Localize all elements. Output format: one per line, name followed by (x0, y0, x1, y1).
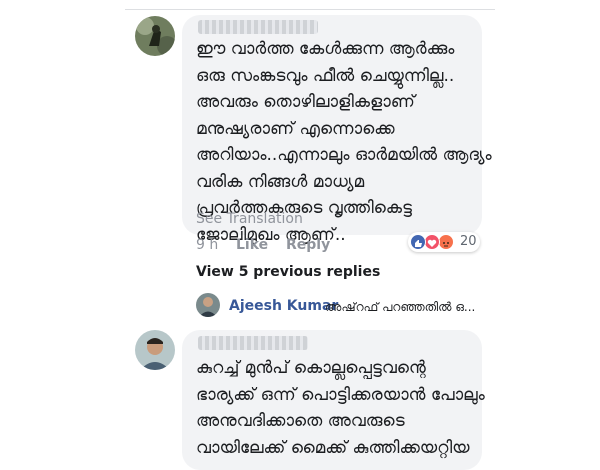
divider (125, 9, 495, 10)
commenter-name-redacted (198, 336, 308, 350)
see-translation-link[interactable]: See Translation (196, 211, 303, 227)
reply-avatar[interactable] (196, 293, 220, 317)
comment-line: കുറച്ച് മുൻപ് കൊല്ലപ്പെട്ടവന്റെ (196, 358, 426, 378)
reply-button[interactable]: Reply (286, 237, 330, 253)
like-icon (410, 234, 426, 250)
reaction-count: 20 (460, 234, 477, 249)
comment-line: ഒരു സംങ്കടവും ഫീൽ ചെയ്യുന്നില്ല.. (196, 65, 455, 86)
angry-icon (438, 234, 454, 250)
comment-line: വായിലേക്ക് മൈക്ക് കുത്തിക്കയറ്റിയ (196, 437, 470, 458)
comment-line: മനുഷ്യരാണ് എന്നൊക്കെ (196, 118, 395, 139)
reply-author-link[interactable]: Ajeesh Kumar (229, 298, 338, 314)
comment-text: കുറച്ച് മുൻപ് കൊല്ലപ്പെട്ടവന്റെ ഭാര്യക്ക… (196, 355, 485, 461)
comment-line: ഭാര്യക്ക് ഒന്ന് പൊട്ടിക്കരയാൻ പോലും (196, 384, 485, 405)
comment-timestamp[interactable]: 9 h (196, 237, 218, 253)
comment-line: അനുവദിക്കാതെ അവരുടെ (196, 411, 405, 431)
commenter-avatar[interactable] (135, 16, 175, 56)
comment-line: അവരും തൊഴിലാളികളാണ് (196, 92, 415, 112)
comment-line: അറിയാം..എന്നാലും ഓർമയിൽ ആദ്യം (196, 145, 492, 165)
view-previous-replies-link[interactable]: View 5 previous replies (196, 264, 380, 280)
reply-preview-text[interactable]: അഷ്‌റഫ് പറഞ്ഞതിൽ ഒ... (325, 300, 475, 315)
comment-line: വരിക നിങ്ങൾ മാധ്യമ (196, 171, 365, 192)
commenter-name-redacted (198, 20, 318, 34)
love-icon (424, 234, 440, 250)
commenter-avatar[interactable] (135, 330, 175, 370)
like-button[interactable]: Like (236, 237, 268, 253)
reactions-summary[interactable]: 20 (408, 232, 480, 252)
comment-line: ഈ വാർത്ത കേൾക്കുന്ന ആർക്കും (196, 39, 455, 59)
